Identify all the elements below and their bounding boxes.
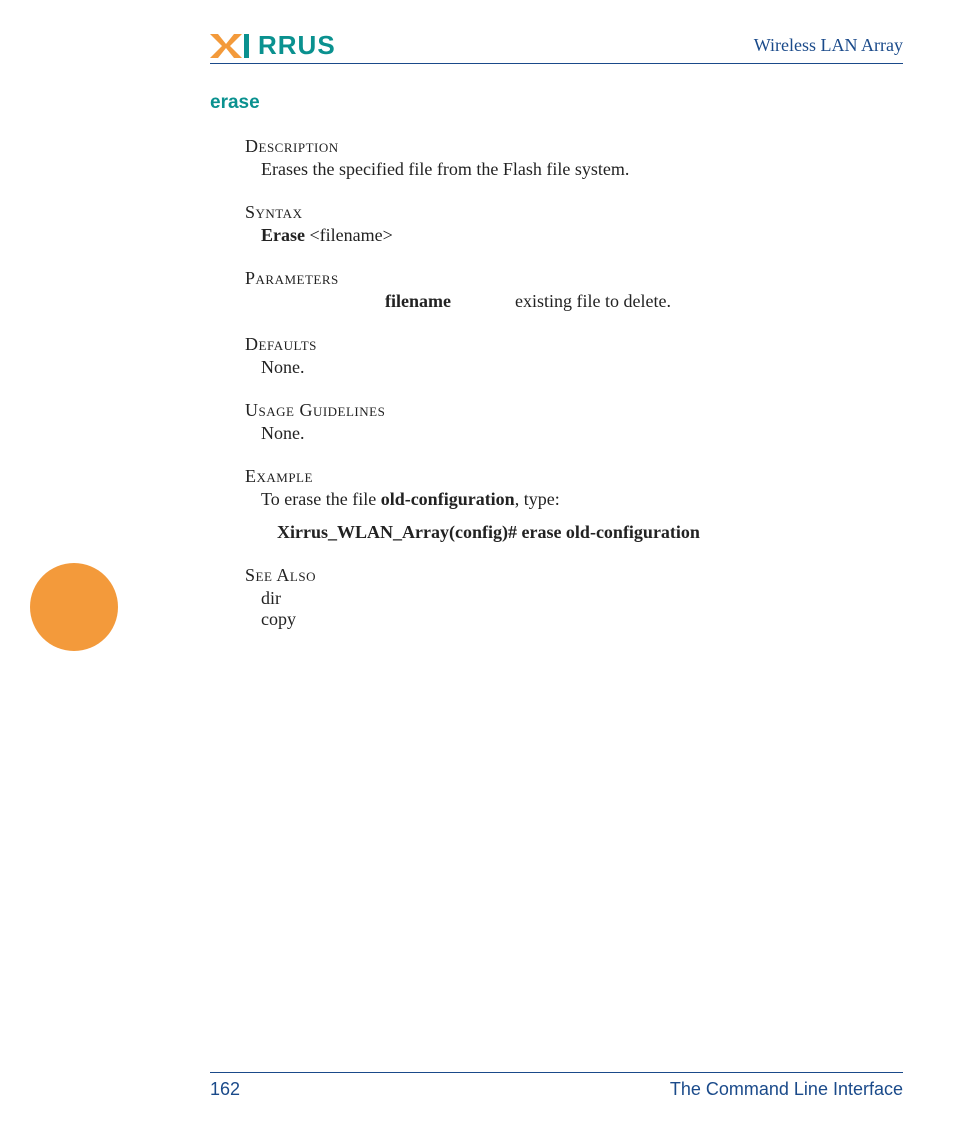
section-parameters: Parameters filename existing file to del… xyxy=(245,268,903,312)
header-row: RRUS Wireless LAN Array xyxy=(210,30,903,64)
seealso-list: dir copy xyxy=(261,588,903,630)
doc-title: Wireless LAN Array xyxy=(754,35,903,56)
section-description: Description Erases the specified file fr… xyxy=(245,136,903,180)
example-bold-file: old-configuration xyxy=(381,489,515,509)
xirrus-x-icon xyxy=(210,34,256,58)
section-seealso: See Also dir copy xyxy=(245,565,903,630)
syntax-body: Erase <filename> xyxy=(261,225,903,246)
section-syntax: Syntax Erase <filename> xyxy=(245,202,903,246)
parameter-name: filename xyxy=(385,291,515,312)
defaults-text: None. xyxy=(261,357,903,378)
parameters-row: filename existing file to delete. xyxy=(385,291,903,312)
section-usage: Usage Guidelines None. xyxy=(245,400,903,444)
label-example: Example xyxy=(245,466,903,487)
orange-circle-icon xyxy=(30,563,118,651)
example-intro: To erase the file old-configuration, typ… xyxy=(261,489,903,510)
logo-text: RRUS xyxy=(258,30,336,61)
description-text: Erases the specified file from the Flash… xyxy=(261,159,903,180)
seealso-item-dir: dir xyxy=(261,588,903,609)
seealso-item-copy: copy xyxy=(261,609,903,630)
label-parameters: Parameters xyxy=(245,268,903,289)
footer-title: The Command Line Interface xyxy=(670,1079,903,1100)
usage-text: None. xyxy=(261,423,903,444)
parameter-desc: existing file to delete. xyxy=(515,291,671,312)
page-footer: 162 The Command Line Interface xyxy=(55,1072,903,1100)
brand-logo: RRUS xyxy=(210,30,336,61)
page-number: 162 xyxy=(210,1079,240,1100)
section-defaults: Defaults None. xyxy=(245,334,903,378)
example-prefix: To erase the file xyxy=(261,489,381,509)
syntax-command: Erase xyxy=(261,225,305,245)
example-command: Xirrus_WLAN_Array(config)# erase old-con… xyxy=(277,522,903,543)
example-suffix: , type: xyxy=(515,489,560,509)
label-seealso: See Also xyxy=(245,565,903,586)
label-usage: Usage Guidelines xyxy=(245,400,903,421)
label-description: Description xyxy=(245,136,903,157)
syntax-arg: <filename> xyxy=(305,225,393,245)
command-name: erase xyxy=(210,92,903,114)
section-example: Example To erase the file old-configurat… xyxy=(245,466,903,543)
label-syntax: Syntax xyxy=(245,202,903,223)
label-defaults: Defaults xyxy=(245,334,903,355)
